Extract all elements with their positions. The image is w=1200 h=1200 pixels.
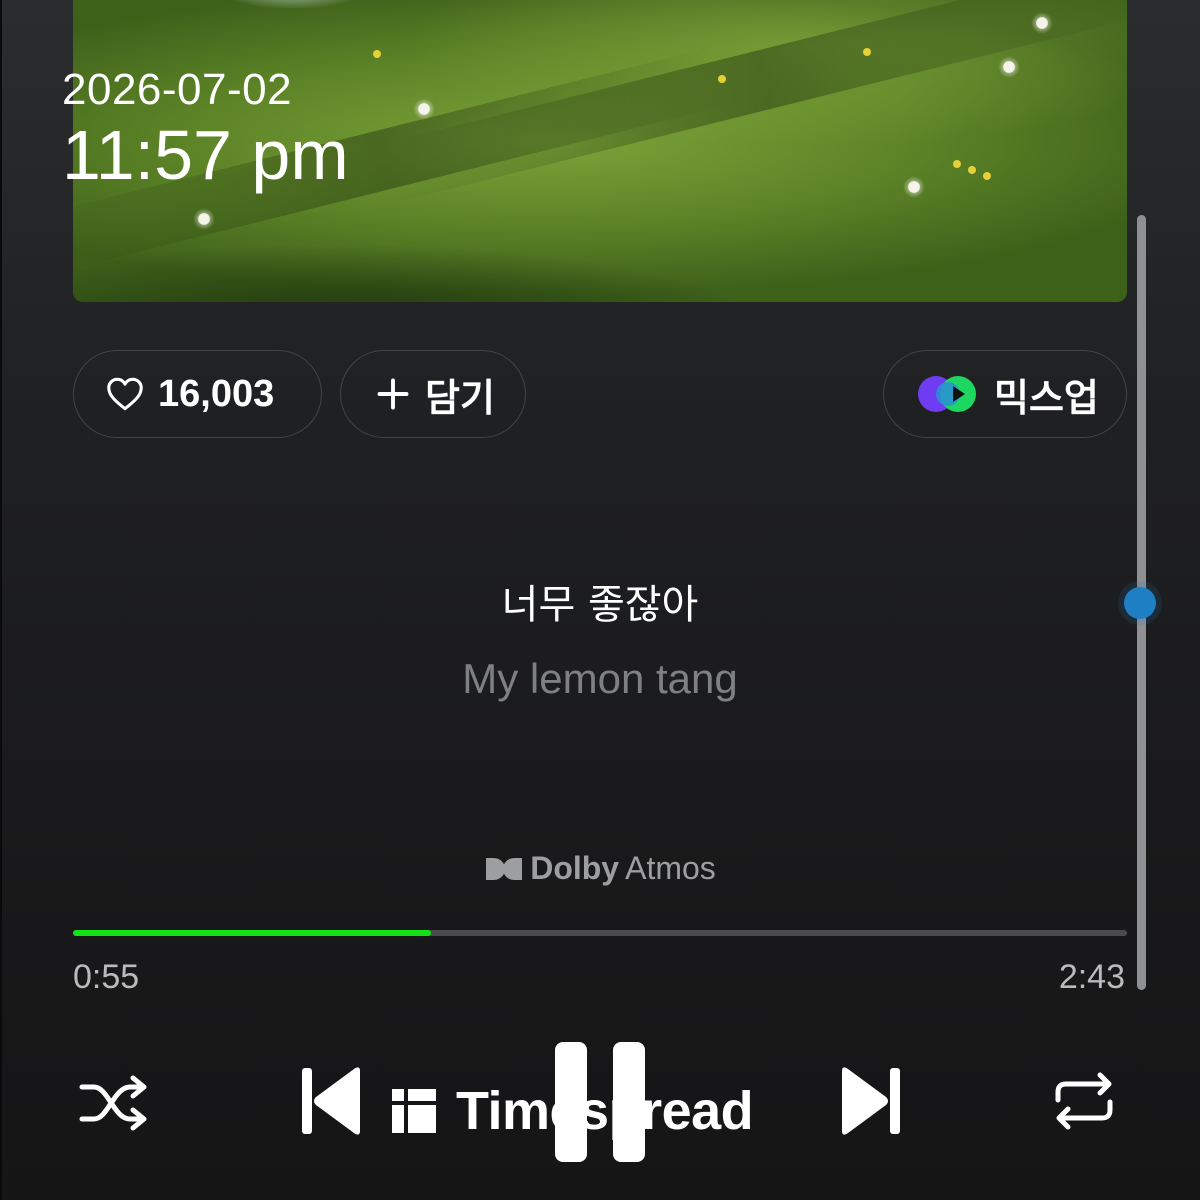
- shuffle-button[interactable]: [78, 1075, 148, 1135]
- album-art-flower: [413, 98, 435, 120]
- time-label: 11:57 pm: [62, 116, 349, 194]
- elapsed-time: 0:55: [73, 958, 140, 996]
- timestamp-overlay: 2026-07-02 11:57 pm: [62, 64, 349, 194]
- add-label: 담기: [425, 377, 495, 420]
- date-label: 2026-07-02: [62, 65, 293, 114]
- repeat-icon: [1055, 1072, 1113, 1130]
- dolby-brand: Dolby: [530, 850, 620, 886]
- next-track-button[interactable]: [838, 1065, 902, 1141]
- add-to-playlist-button[interactable]: 담기: [340, 350, 526, 438]
- album-art-flower: [903, 176, 925, 198]
- like-count: 16,003: [158, 372, 275, 415]
- lyric-current-line[interactable]: 너무 좋잖아: [0, 572, 1200, 630]
- lyric-next-line[interactable]: My lemon tang: [0, 655, 1200, 703]
- album-art-flower: [718, 75, 726, 83]
- progress-bar[interactable]: [73, 930, 1127, 936]
- album-art-flower: [193, 208, 215, 230]
- album-art-flower: [863, 48, 871, 56]
- watermark: Timespread: [390, 1080, 754, 1142]
- skip-next-icon: [842, 1067, 900, 1135]
- album-art-flower: [968, 166, 976, 174]
- heart-icon: [107, 377, 143, 411]
- plus-icon: [377, 378, 409, 410]
- repeat-button[interactable]: [1050, 1070, 1118, 1136]
- skip-previous-icon: [302, 1067, 360, 1135]
- album-art-flower: [1031, 12, 1053, 34]
- dolby-logo-icon: [486, 857, 523, 880]
- album-art-sky: [213, 0, 373, 8]
- mixup-label: 믹스업: [994, 377, 1099, 420]
- scrollbar-thumb[interactable]: [1124, 587, 1156, 619]
- watermark-text: Timespread: [456, 1081, 754, 1141]
- album-art-flower: [953, 160, 961, 168]
- like-button[interactable]: 16,003: [73, 350, 322, 438]
- dolby-atmos-badge: Dolby Atmos: [0, 850, 1200, 887]
- mixup-button[interactable]: 믹스업: [883, 350, 1127, 438]
- dolby-product: Atmos: [625, 850, 716, 886]
- mixup-logo-icon: [918, 376, 976, 412]
- shuffle-icon: [79, 1075, 147, 1131]
- album-art-flower: [983, 172, 991, 180]
- previous-track-button[interactable]: [300, 1065, 364, 1141]
- album-art-flower: [373, 50, 381, 58]
- watermark-logo-icon: [392, 1089, 436, 1133]
- album-art-flower: [998, 56, 1020, 78]
- progress-fill: [73, 930, 432, 936]
- total-time: 2:43: [1058, 958, 1125, 996]
